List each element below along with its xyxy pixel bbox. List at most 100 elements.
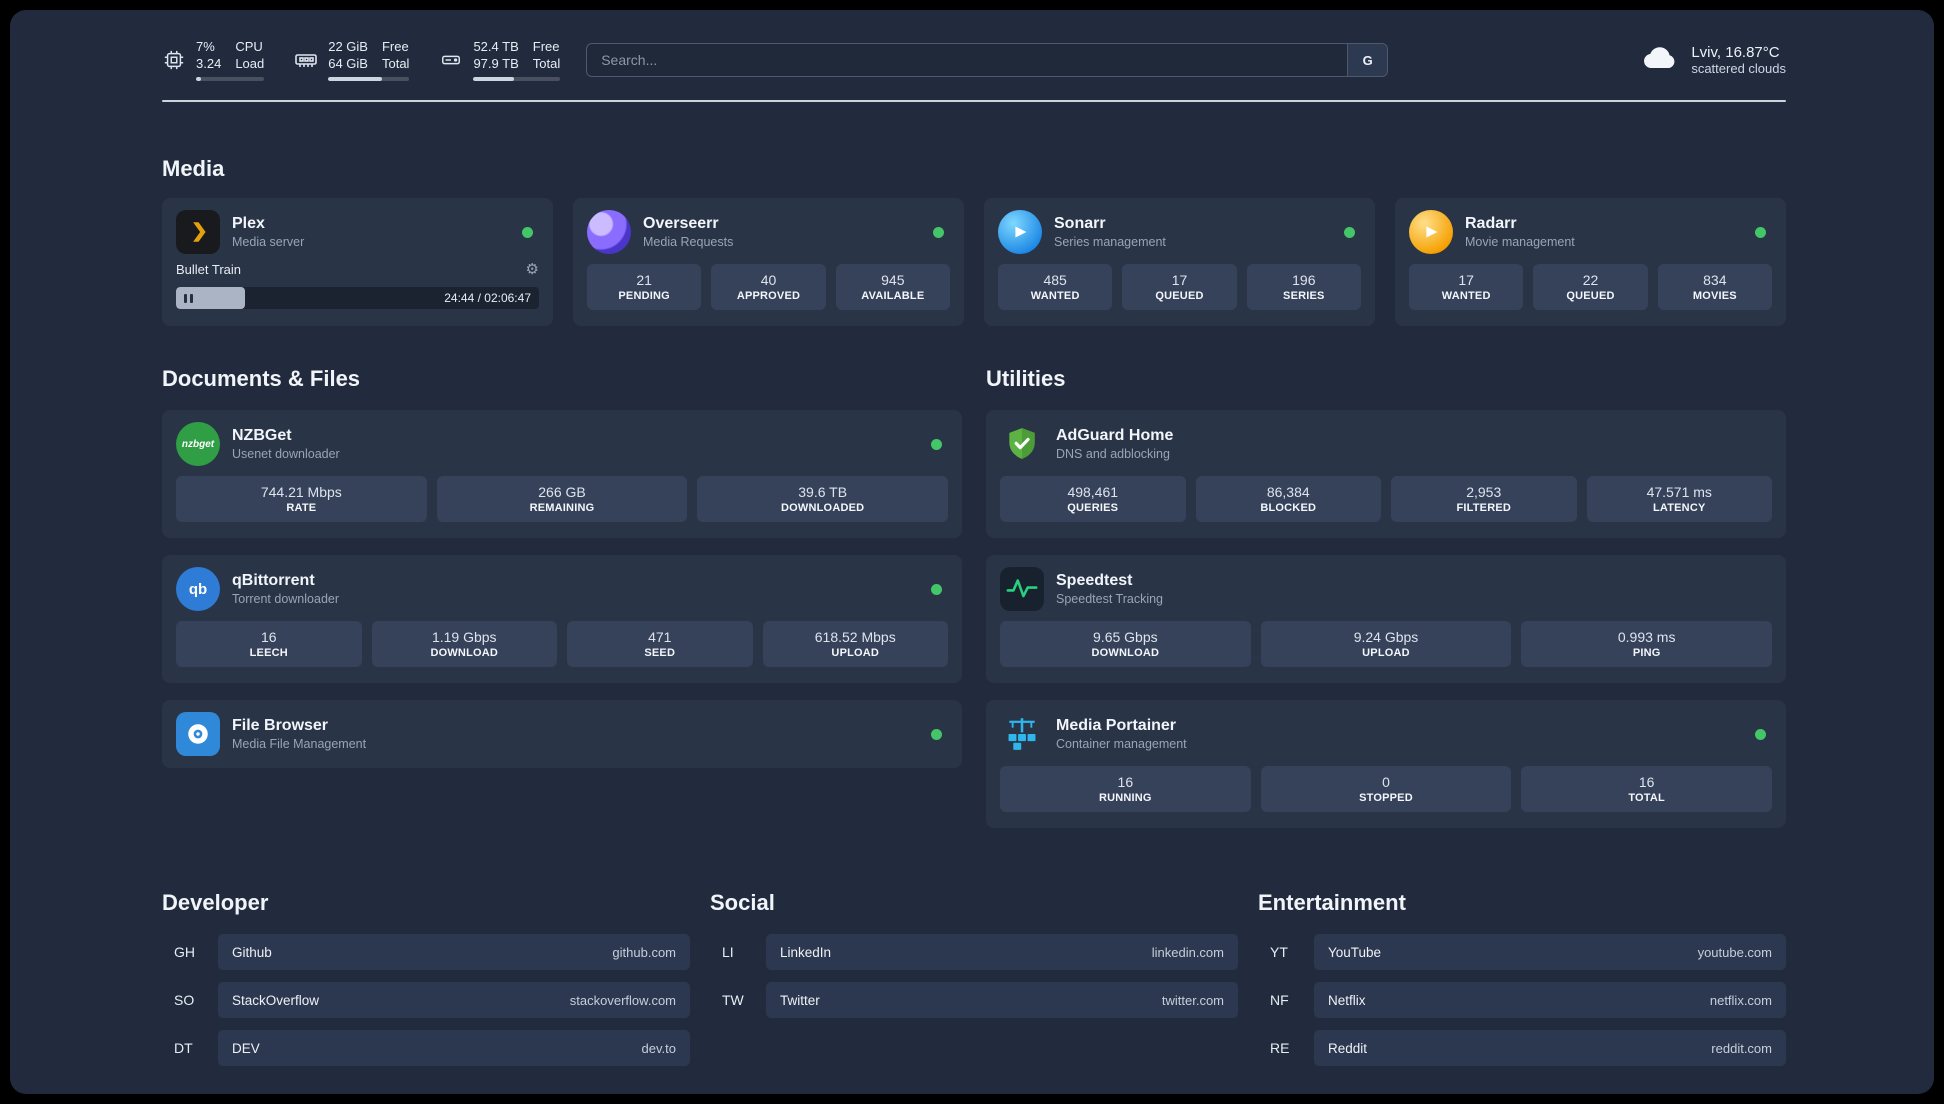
search-engine-button[interactable]: G (1347, 44, 1388, 76)
app-card-portainer[interactable]: Media Portainer Container management 16 R… (986, 700, 1786, 828)
disk-widget: 52.4 TB 97.9 TB Free Total (439, 39, 561, 81)
bookmark-link-github[interactable]: Github github.com (218, 934, 690, 970)
disk-free-label: Free (532, 39, 560, 55)
playback-progress-bar[interactable]: 24:44 / 02:06:47 (176, 287, 539, 309)
bookmark-link-stackoverflow[interactable]: StackOverflow stackoverflow.com (218, 982, 690, 1018)
bookmark-link-netflix[interactable]: Netflix netflix.com (1314, 982, 1786, 1018)
bookmark-link-linkedin[interactable]: LinkedIn linkedin.com (766, 934, 1238, 970)
cpu-usage-bar (196, 76, 265, 81)
app-card-sonarr[interactable]: Sonarr Series management 485 WANTED 17 QUE… (984, 198, 1375, 326)
stat-value: 485 (1043, 272, 1067, 288)
stat-value: 744.21 Mbps (260, 484, 342, 500)
bookmark-row: GH Github github.com (162, 934, 690, 970)
app-name: File Browser (232, 717, 329, 734)
stat-value: 834 (1703, 272, 1727, 288)
app-card-filebrowser[interactable]: File Browser Media File Management (162, 700, 962, 768)
weather-location-temp: Lviv, 16.87°C (1691, 44, 1780, 61)
now-playing-title: Bullet Train (176, 262, 242, 277)
stat-label: TOTAL (1628, 792, 1665, 804)
app-name: Plex (232, 215, 265, 232)
stat-label: PENDING (618, 290, 670, 302)
stat-label: RATE (286, 502, 317, 514)
plex-icon (176, 210, 220, 254)
stat-tile: 0.993 ms PING (1521, 621, 1772, 667)
app-card-plex[interactable]: Plex Media server Bullet Train ⚙ 24:44 /… (162, 198, 553, 326)
cpu-widget: 7% 3.24 CPU Load (162, 39, 265, 81)
cloud-icon (1641, 44, 1679, 77)
memory-usage-bar (328, 76, 410, 81)
cpu-label: CPU (235, 39, 263, 55)
section-title-documents: Documents & Files (162, 366, 361, 391)
stat-value: 22 (1582, 272, 1599, 288)
bookmark-link-twitter[interactable]: Twitter twitter.com (766, 982, 1238, 1018)
stat-value: 39.6 TB (798, 484, 848, 500)
stat-label: LATENCY (1652, 502, 1706, 514)
gear-icon[interactable]: ⚙ (526, 262, 539, 277)
status-dot-online (933, 226, 944, 238)
bookmark-link-youtube[interactable]: YouTube youtube.com (1314, 934, 1786, 970)
app-card-qbittorrent[interactable]: qb qBittorrent Torrent downloader 16 LEEC… (162, 555, 962, 683)
stat-value: 471 (648, 629, 672, 645)
stat-value: 196 (1292, 272, 1316, 288)
weather-condition: scattered clouds (1691, 61, 1786, 76)
stat-tile: 9.65 Gbps DOWNLOAD (1000, 621, 1251, 667)
status-dot-online (1755, 226, 1766, 238)
stat-label: APPROVED (736, 290, 801, 302)
app-card-speedtest[interactable]: Speedtest Speedtest Tracking 9.65 Gbps DO… (986, 555, 1786, 683)
stat-label: STOPPED (1359, 792, 1413, 804)
bookmark-row: RE Reddit reddit.com (1258, 1030, 1786, 1066)
playback-time: 24:44 / 02:06:47 (444, 291, 531, 305)
stat-tile: 485 WANTED (998, 264, 1113, 310)
section-title-media: Media (162, 156, 225, 181)
search-input[interactable] (587, 44, 1348, 76)
section-utilities: Utilities AdGuard Home DNS and adblockin… (986, 366, 1786, 828)
stat-tile: 21 PENDING (587, 264, 702, 310)
bookmark-abbr: NF (1270, 992, 1289, 1008)
app-name: AdGuard Home (1056, 427, 1174, 444)
stat-label: UPLOAD (1362, 647, 1410, 659)
stat-tile: 16 TOTAL (1521, 766, 1772, 812)
weather-widget: Lviv, 16.87°C scattered clouds (1641, 44, 1786, 77)
stat-tile: 498,461 QUERIES (1000, 476, 1186, 522)
stat-tile: 2,953 FILTERED (1391, 476, 1577, 522)
cpu-icon (162, 48, 186, 72)
app-name: Media Portainer (1056, 717, 1177, 734)
stat-label: UPLOAD (831, 647, 880, 659)
app-card-adguard[interactable]: AdGuard Home DNS and adblocking 498,461 Q… (986, 410, 1786, 538)
stat-value: 1.19 Gbps (431, 629, 497, 645)
search-bar: G (586, 43, 1389, 77)
disk-usage-bar (473, 76, 561, 81)
memory-free-label: Free (381, 39, 409, 55)
stat-label: LEECH (249, 647, 288, 659)
cpu-percent: 7% (196, 39, 215, 55)
bookmark-link-reddit[interactable]: Reddit reddit.com (1314, 1030, 1786, 1066)
stat-tile: 945 AVAILABLE (835, 264, 950, 310)
disk-total: 97.9 TB (473, 56, 519, 71)
cpu-load: 3.24 (196, 56, 222, 71)
section-title-utilities: Utilities (986, 366, 1066, 391)
app-card-overseerr[interactable]: Overseerr Media Requests 21 PENDING 40 APP… (573, 198, 964, 326)
radarr-icon (1409, 210, 1453, 254)
stat-label: RUNNING (1098, 792, 1152, 804)
stat-value: 0.993 ms (1617, 629, 1676, 645)
bookmark-link-dev[interactable]: DEV dev.to (218, 1030, 690, 1066)
app-card-radarr[interactable]: Radarr Movie management 17 WANTED 22 QUEUE… (1395, 198, 1786, 326)
bookmark-abbr: TW (722, 992, 744, 1008)
bookmark-row: NF Netflix netflix.com (1258, 982, 1786, 1018)
stat-label: SEED (644, 647, 676, 659)
stat-tile: 22 QUEUED (1533, 264, 1648, 310)
stat-label: QUEUED (1155, 290, 1204, 302)
app-card-nzbget[interactable]: nzbget NZBGet Usenet downloader 744.21 M… (162, 410, 962, 538)
stat-label: AVAILABLE (861, 290, 925, 302)
section-title-entertainment: Entertainment (1258, 890, 1406, 915)
app-name: Speedtest (1056, 572, 1133, 589)
app-subtitle: Media File Management (232, 737, 367, 751)
stat-tile: 40 APPROVED (711, 264, 826, 310)
bookmark-row: SO StackOverflow stackoverflow.com (162, 982, 690, 1018)
app-subtitle: Torrent downloader (232, 592, 340, 606)
memory-widget: 22 GiB 64 GiB Free Total (294, 39, 410, 81)
stat-value: 945 (881, 272, 905, 288)
stat-label: SERIES (1283, 290, 1325, 302)
stat-tile: 39.6 TB DOWNLOADED (697, 476, 948, 522)
status-dot-online (1755, 728, 1766, 740)
